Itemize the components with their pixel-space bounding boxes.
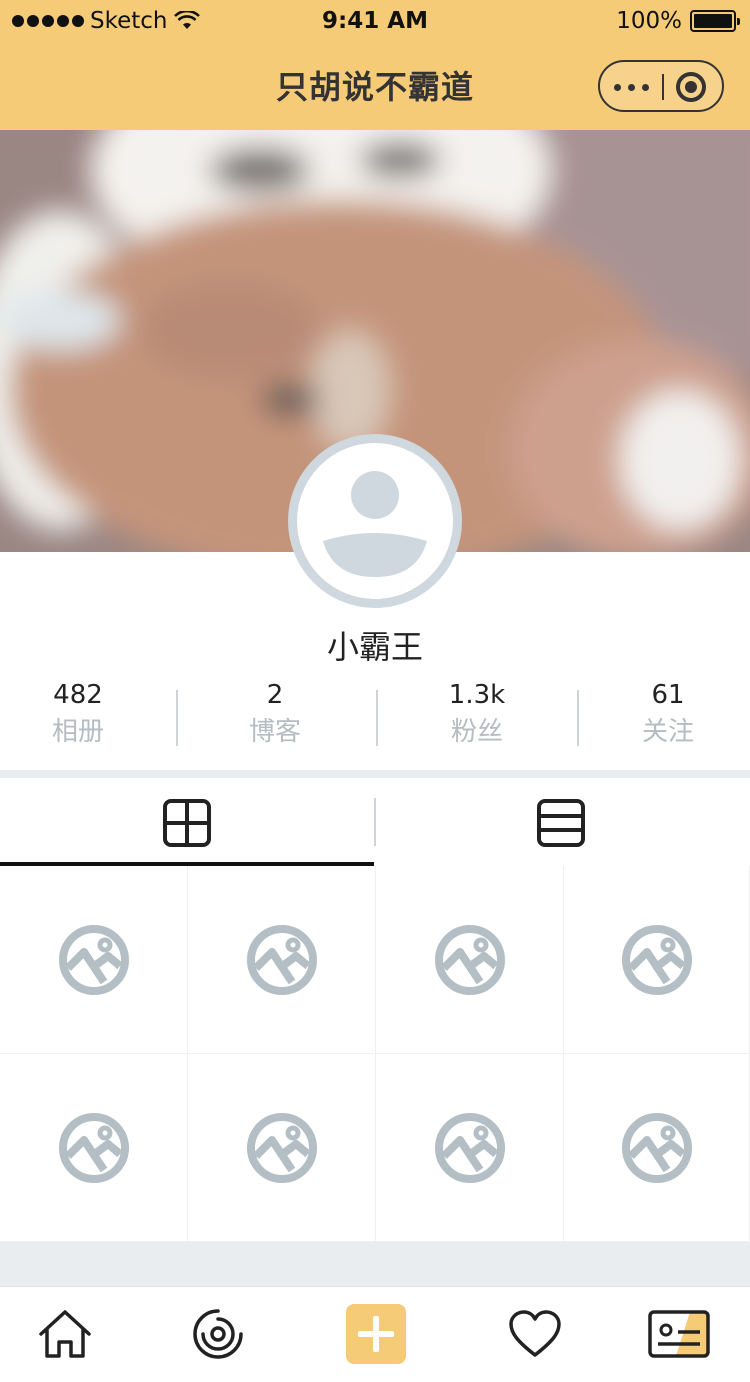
image-placeholder-icon (246, 1112, 317, 1183)
photo-cell[interactable] (376, 1054, 564, 1242)
status-bar: Sketch 9:41 AM 100% (0, 0, 750, 44)
tab-grid-view[interactable] (0, 778, 374, 866)
image-placeholder-icon (434, 924, 505, 995)
stat-value: 1.3k (448, 680, 506, 710)
image-placeholder-icon (434, 1112, 505, 1183)
stat-label: 粉丝 (450, 717, 503, 747)
photo-cell[interactable] (188, 1054, 376, 1242)
more-icon[interactable] (614, 84, 649, 91)
home-icon (39, 1310, 91, 1358)
stat-label: 博客 (248, 717, 301, 747)
image-placeholder-icon (58, 924, 129, 995)
add-icon (346, 1304, 406, 1364)
image-placeholder-icon (58, 1112, 129, 1183)
bottom-tab-bar (0, 1286, 750, 1382)
target-icon[interactable] (676, 72, 706, 102)
image-placeholder-icon (621, 924, 692, 995)
avatar[interactable] (288, 434, 462, 608)
photo-cell[interactable] (188, 866, 376, 1054)
discover-icon (193, 1309, 243, 1359)
photo-cell[interactable] (0, 866, 188, 1054)
battery-icon (690, 10, 740, 32)
mini-program-capsule (598, 60, 724, 112)
tab-list-view[interactable] (376, 778, 750, 866)
view-tabs (0, 778, 750, 866)
tabbar-home[interactable] (30, 1301, 100, 1367)
stat-value: 2 (266, 680, 284, 710)
stat-followers[interactable]: 1.3k 粉丝 (392, 678, 562, 752)
stat-divider (176, 690, 178, 746)
stat-label: 关注 (641, 717, 694, 747)
section-gap (0, 770, 750, 778)
stat-albums[interactable]: 482 相册 (0, 678, 163, 752)
stat-value: 482 (53, 680, 103, 710)
photo-cell[interactable] (376, 866, 564, 1054)
tabbar-add[interactable] (341, 1301, 411, 1367)
stat-label: 相册 (51, 717, 104, 747)
photo-cell[interactable] (0, 1054, 188, 1242)
photo-grid (0, 866, 750, 1242)
stat-following[interactable]: 61 关注 (583, 678, 750, 752)
tabbar-discover[interactable] (183, 1301, 253, 1367)
stat-blogs[interactable]: 2 博客 (190, 678, 360, 752)
username: 小霸王 (326, 628, 423, 666)
profile-stats: 482 相册 2 博客 1.3k 粉丝 61 关注 (0, 678, 750, 752)
top-bar: Sketch 9:41 AM 100% 只胡说不霸道 (0, 0, 750, 130)
image-placeholder-icon (621, 1112, 692, 1183)
stat-value: 61 (651, 680, 685, 710)
photo-cell[interactable] (564, 866, 750, 1054)
capsule-divider (662, 74, 664, 100)
battery-percent: 100% (616, 8, 682, 34)
stat-divider (577, 690, 579, 746)
photo-cell[interactable] (564, 1054, 750, 1242)
stat-divider (376, 690, 378, 746)
heart-icon (509, 1310, 561, 1357)
default-avatar-icon (323, 471, 427, 577)
tabbar-favorites[interactable] (500, 1301, 570, 1367)
image-placeholder-icon (246, 924, 317, 995)
tabbar-profile[interactable] (644, 1301, 714, 1367)
list-view-icon (537, 799, 585, 847)
profile-card-icon (648, 1310, 710, 1358)
section-gap (0, 1242, 750, 1286)
status-right: 100% (616, 8, 740, 34)
grid-view-icon (163, 799, 211, 847)
